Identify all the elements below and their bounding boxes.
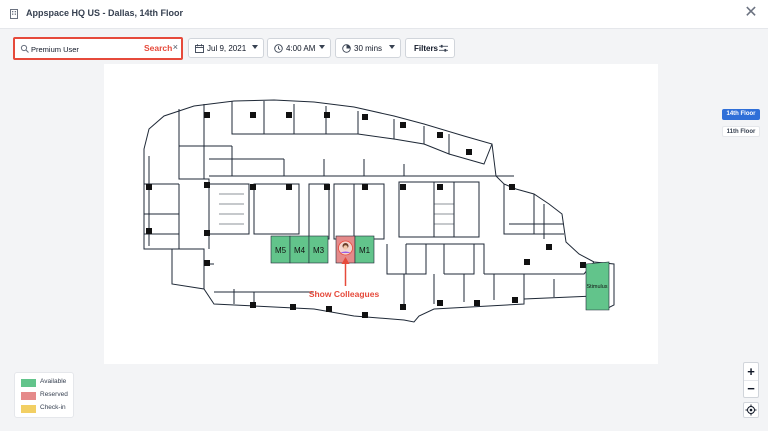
top-bar: Appspace HQ US - Dallas, 14th Floor ✕: [0, 0, 768, 29]
floor-14th-button[interactable]: 14th Floor: [722, 109, 760, 120]
room-label: Stimulus: [586, 284, 607, 290]
date-picker[interactable]: Jul 9, 2021: [188, 38, 264, 58]
room-label: M5: [275, 246, 287, 255]
search-input-container[interactable]: Search ×: [13, 37, 183, 60]
filters-label: Filters: [414, 44, 439, 53]
zoom-out-button[interactable]: −: [744, 380, 758, 397]
floor-plan: M5 M4 M3 M1 Stimulus Show Colleagues: [143, 99, 615, 323]
zoom-control: + −: [743, 362, 759, 398]
duration-label: 30 mins: [354, 44, 383, 53]
show-colleagues-annotation: Show Colleagues: [309, 289, 380, 299]
colleague-avatar[interactable]: [338, 240, 353, 256]
floor-map[interactable]: M5 M4 M3 M1 Stimulus Show Colleagues: [104, 64, 658, 364]
chevron-down-icon: [319, 45, 325, 49]
locate-button[interactable]: [743, 402, 759, 418]
room-label: M1: [359, 246, 371, 255]
time-label: 4:00 AM: [286, 44, 316, 53]
legend-label: Check-in: [40, 404, 66, 411]
floor-11th-button[interactable]: 11th Floor: [722, 126, 760, 137]
room-label: M4: [294, 246, 306, 255]
legend-label: Available: [40, 378, 67, 385]
chevron-down-icon: [389, 45, 395, 49]
page-title: Appspace HQ US - Dallas, 14th Floor: [26, 8, 184, 18]
available-swatch: [21, 379, 36, 387]
building-icon: [10, 9, 18, 19]
timer-icon: [342, 44, 351, 53]
clock-icon: [274, 44, 283, 53]
duration-picker[interactable]: 30 mins: [335, 38, 401, 58]
date-label: Jul 9, 2021: [207, 44, 247, 53]
calendar-icon: [195, 44, 204, 53]
search-icon: [20, 44, 29, 53]
room-label: M3: [313, 246, 325, 255]
sliders-icon: [439, 44, 448, 52]
clear-search-icon[interactable]: ×: [173, 42, 178, 52]
zoom-in-button[interactable]: +: [744, 363, 758, 381]
checkin-swatch: [21, 405, 36, 413]
search-annotation: Search: [144, 43, 173, 53]
legend-label: Reserved: [40, 391, 68, 398]
filters-button[interactable]: Filters: [405, 38, 455, 58]
time-picker[interactable]: 4:00 AM: [267, 38, 331, 58]
reserved-swatch: [21, 392, 36, 400]
search-input[interactable]: [31, 43, 141, 55]
close-icon[interactable]: ✕: [742, 4, 760, 22]
legend: Available Reserved Check-in: [14, 372, 74, 418]
chevron-down-icon: [252, 45, 258, 49]
crosshair-icon: [745, 404, 757, 416]
